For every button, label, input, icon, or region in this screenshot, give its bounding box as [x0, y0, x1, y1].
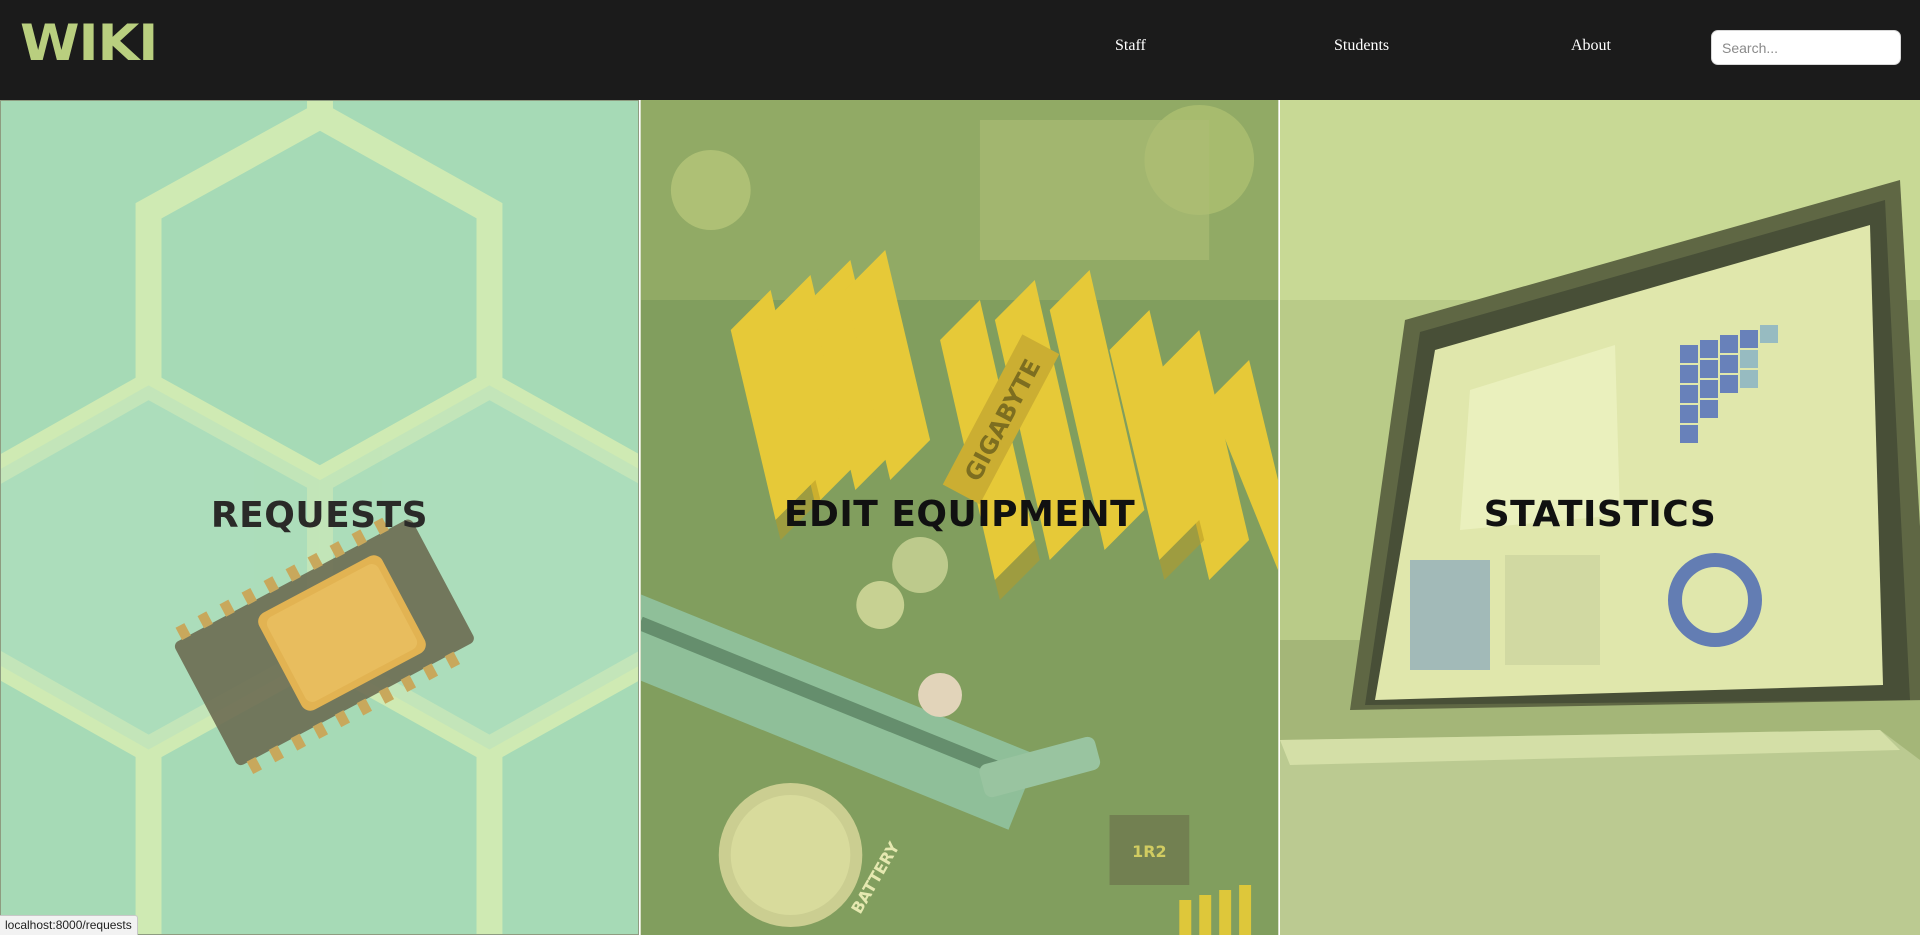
nav-link-staff[interactable]: Staff	[1115, 36, 1146, 56]
tile-edit-equipment[interactable]: GIGABYTE 1R2 BATTERY EDIT EQUIPMENT	[640, 100, 1279, 935]
nav-link-students[interactable]: Students	[1334, 36, 1389, 56]
wiki-logo[interactable]: WIKI	[20, 18, 158, 68]
tile-label-edit-equipment: EDIT EQUIPMENT	[783, 494, 1136, 535]
tile-label-statistics: STATISTICS	[1483, 494, 1717, 535]
tile-requests[interactable]: REQUESTS	[0, 100, 639, 935]
nav-link-about[interactable]: About	[1571, 36, 1611, 56]
status-bar-url: localhost:8000/requests	[0, 915, 138, 935]
search-input[interactable]	[1711, 30, 1901, 65]
tile-label-requests: REQUESTS	[210, 495, 429, 536]
tile-statistics[interactable]: STATISTICS	[1280, 100, 1920, 935]
top-navigation-bar: WIKI Staff Students About	[0, 0, 1920, 100]
feature-tiles: REQUESTS GIGABYTE 1R2 BATTERY EDIT EQUIP…	[0, 100, 1920, 935]
